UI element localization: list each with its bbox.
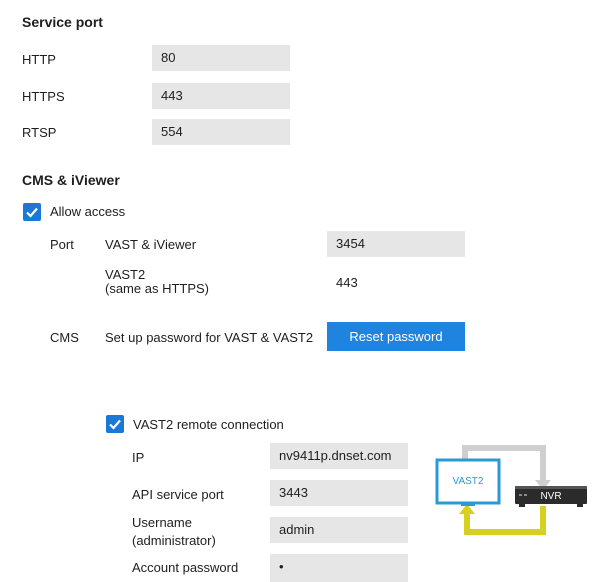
account-password-label: Account password: [132, 560, 239, 575]
service-port-title: Service port: [22, 14, 103, 30]
account-password-input[interactable]: •: [270, 554, 408, 582]
vast2-label: VAST2: [105, 267, 146, 282]
api-port-input[interactable]: 3443: [270, 480, 408, 506]
vast2-port-value: 443: [336, 275, 358, 290]
https-port-input[interactable]: 443: [152, 83, 290, 109]
cms-label: CMS: [50, 330, 79, 345]
cms-iviewer-title: CMS & iViewer: [22, 172, 120, 188]
nvr-label: NVR: [540, 491, 561, 502]
vast2-sublabel: (same as HTTPS): [105, 281, 210, 296]
setup-password-text: Set up password for VAST & VAST2: [105, 330, 314, 345]
api-port-label: API service port: [132, 487, 224, 502]
vast-iviewer-label: VAST & iViewer: [105, 237, 197, 252]
reset-password-button[interactable]: Reset password: [327, 322, 465, 351]
username-sublabel: (administrator): [132, 533, 216, 548]
arrow-bottom-path: [464, 506, 546, 535]
ip-input[interactable]: nv9411p.dnset.com: [270, 443, 408, 469]
username-label: Username: [132, 515, 192, 530]
username-input[interactable]: admin: [270, 517, 408, 543]
vast2-remote-label: VAST2 remote connection: [133, 417, 284, 432]
rtsp-port-input[interactable]: 554: [152, 119, 290, 145]
monitor-label: VAST2: [453, 476, 484, 487]
port-label: Port: [50, 237, 74, 252]
ip-label: IP: [132, 450, 145, 465]
http-label: HTTP: [22, 52, 56, 67]
checkmark-icon: [109, 419, 121, 430]
http-port-input[interactable]: 80: [152, 45, 290, 71]
rtsp-label: RTSP: [22, 125, 57, 140]
allow-access-label: Allow access: [50, 204, 126, 219]
vast2-remote-checkbox[interactable]: [106, 415, 124, 433]
https-label: HTTPS: [22, 89, 65, 104]
vast-iviewer-port-input[interactable]: 3454: [327, 231, 465, 257]
allow-access-checkbox[interactable]: [23, 203, 41, 221]
connection-diagram: VAST2 NVR: [435, 445, 587, 535]
checkmark-icon: [26, 207, 38, 218]
